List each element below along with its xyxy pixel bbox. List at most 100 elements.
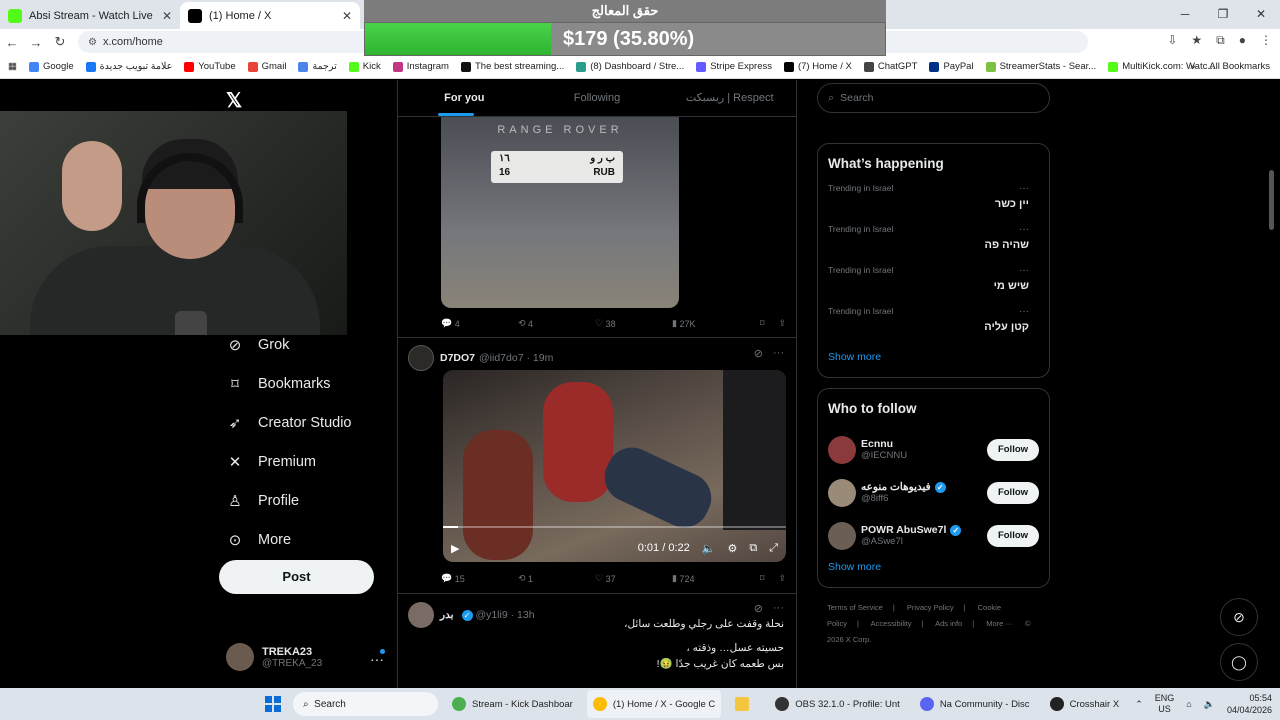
reload-icon[interactable]: ↻: [48, 34, 72, 50]
trend-more-icon[interactable]: ···: [1019, 265, 1029, 276]
post-time[interactable]: 13h: [517, 609, 535, 621]
post-handle[interactable]: @iid7do7: [479, 352, 524, 364]
footer-link[interactable]: Privacy Policy: [907, 603, 954, 612]
fullscreen-icon[interactable]: ⤢: [769, 542, 778, 555]
sidebar-item-creator-studio[interactable]: ➶ Creator Studio: [226, 403, 352, 442]
clock[interactable]: 05:54 04/04/2026: [1227, 692, 1272, 716]
bookmark-item[interactable]: Stripe Express: [696, 61, 772, 72]
tab-x-home[interactable]: (1) Home / X ✕: [180, 2, 360, 29]
like-button[interactable]: ♡ 37: [595, 573, 672, 584]
footer-link[interactable]: Ads info: [935, 619, 962, 628]
taskbar-app[interactable]: (1) Home / X - Google C: [586, 690, 722, 718]
follow-suggestion[interactable]: Ecnnu @IECNNU Follow: [828, 428, 1039, 471]
grok-icon[interactable]: ⊘: [754, 347, 763, 360]
views-button[interactable]: ▮ 724: [672, 573, 755, 584]
taskbar-app[interactable]: Na Community - Disc: [914, 690, 1036, 718]
post-video[interactable]: ▶ 0:01 / 0:22 🔈 ⚙ ⧉ ⤢: [443, 370, 786, 562]
settings-icon[interactable]: ⚙: [727, 542, 737, 555]
profile-icon[interactable]: ●: [1239, 33, 1246, 48]
repost-button[interactable]: ⟲ 4: [518, 318, 595, 329]
bookmark-item[interactable]: YouTube: [184, 61, 236, 72]
follow-suggestion[interactable]: فيديوهات منوعه ✓ @8iff6 Follow: [828, 471, 1039, 514]
reply-button[interactable]: 💬 15: [441, 573, 518, 584]
tab-respect[interactable]: ريسبكت | Respect: [663, 80, 796, 116]
grok-fab-icon[interactable]: ⊘: [1220, 598, 1258, 636]
bookmark-item[interactable]: علامة تبويب جديدة: [85, 61, 172, 72]
footer-link[interactable]: Accessibility: [871, 619, 912, 628]
post-author[interactable]: D7DO7: [440, 352, 475, 364]
repost-button[interactable]: ⟲ 1: [518, 573, 595, 584]
play-icon[interactable]: ▶: [451, 542, 459, 555]
sidebar-item-premium[interactable]: ✕ Premium: [226, 442, 352, 481]
tab-kick-stream[interactable]: Absi Stream - Watch Live on Kick ✕: [0, 2, 180, 29]
tray-overflow-icon[interactable]: ⌃: [1135, 699, 1143, 710]
menu-icon[interactable]: ⋮: [1260, 33, 1272, 48]
pip-icon[interactable]: ⧉: [749, 542, 757, 555]
bookmark-item[interactable]: Google: [28, 61, 74, 72]
trend-more-icon[interactable]: ···: [1019, 224, 1029, 235]
close-tab-icon[interactable]: ✕: [342, 9, 352, 23]
messages-fab-icon[interactable]: ◯: [1220, 643, 1258, 681]
bookmark-item[interactable]: Kick: [348, 61, 381, 72]
follow-button[interactable]: Follow: [987, 438, 1039, 461]
bookmark-icon[interactable]: ⌑: [760, 573, 765, 584]
follow-button[interactable]: Follow: [987, 524, 1039, 547]
taskbar-app[interactable]: Crosshair X: [1044, 690, 1126, 718]
bookmark-item[interactable]: ترجمة: [298, 61, 337, 72]
site-info-icon[interactable]: ⚙: [88, 37, 97, 48]
bookmark-item[interactable]: Instagram: [392, 61, 449, 72]
footer-link[interactable]: Terms of Service: [827, 603, 883, 612]
star-icon[interactable]: ★: [1191, 33, 1202, 48]
volume-icon[interactable]: 🔈: [702, 542, 716, 555]
close-tab-icon[interactable]: ✕: [162, 9, 172, 23]
minimize-icon[interactable]: ─: [1166, 0, 1204, 29]
grok-icon[interactable]: ⊘: [754, 602, 763, 615]
extension-icon[interactable]: ⧉: [1216, 33, 1225, 48]
post-time[interactable]: 19m: [533, 352, 553, 364]
show-more-link[interactable]: Show more: [828, 351, 1039, 363]
taskbar-app[interactable]: Stream - Kick Dashboar: [446, 690, 579, 718]
post-handle[interactable]: @y1li9: [475, 609, 507, 621]
forward-icon[interactable]: →: [24, 35, 48, 50]
post-author[interactable]: بدر: [440, 609, 454, 621]
tab-for-you[interactable]: For you: [398, 80, 531, 116]
all-bookmarks-button[interactable]: All Bookmarks: [1209, 61, 1270, 72]
volume-icon[interactable]: 🔈: [1204, 699, 1215, 710]
video-progress-bar[interactable]: [443, 526, 786, 528]
windows-start-icon[interactable]: [265, 696, 281, 712]
trend-item[interactable]: Trending in Israel ··· קטן עליה: [828, 306, 1039, 347]
language-indicator[interactable]: ENG US: [1155, 693, 1175, 715]
trend-more-icon[interactable]: ···: [1019, 306, 1029, 317]
taskbar-app[interactable]: [729, 690, 761, 718]
scrollbar[interactable]: [1269, 170, 1274, 230]
account-switcher[interactable]: TREKA23 @TREKA_23: [226, 643, 322, 671]
apps-icon[interactable]: ▦: [8, 61, 17, 72]
bookmark-item[interactable]: (7) Home / X: [783, 61, 852, 72]
like-button[interactable]: ♡ 38: [595, 318, 672, 329]
post-more-icon[interactable]: ···: [773, 347, 784, 360]
bookmarks-overflow-icon[interactable]: »: [1190, 61, 1195, 72]
search-input[interactable]: ⌕ Search: [817, 83, 1050, 113]
follow-suggestion[interactable]: POWR AbuSwe7l ✓ @ASwe7l Follow: [828, 514, 1039, 557]
reply-button[interactable]: 💬 4: [441, 318, 518, 329]
bookmark-icon[interactable]: ⌑: [760, 318, 765, 329]
sidebar-item-profile[interactable]: ♙ Profile: [226, 481, 352, 520]
post-more-icon[interactable]: ···: [773, 602, 784, 615]
views-button[interactable]: ▮ 27K: [672, 318, 755, 329]
trend-item[interactable]: Trending in Israel ··· שיש מי: [828, 265, 1039, 306]
share-icon[interactable]: ⇪: [778, 318, 786, 329]
post-button[interactable]: Post: [219, 560, 374, 594]
back-icon[interactable]: ←: [0, 35, 24, 50]
bookmark-item[interactable]: ChatGPT: [863, 61, 917, 72]
trend-item[interactable]: Trending in Israel ··· שהיה פה: [828, 224, 1039, 265]
close-window-icon[interactable]: ✕: [1242, 0, 1280, 29]
show-more-link[interactable]: Show more: [828, 561, 1039, 573]
bookmark-item[interactable]: The best streaming...: [460, 61, 564, 72]
share-icon[interactable]: ⇪: [778, 573, 786, 584]
bookmark-item[interactable]: (8) Dashboard / Stre...: [576, 61, 684, 72]
tab-following[interactable]: Following: [531, 80, 664, 116]
sidebar-item-bookmarks[interactable]: ⌑ Bookmarks: [226, 364, 352, 403]
footer-link[interactable]: More ···: [986, 619, 1013, 628]
sidebar-item-grok[interactable]: ⊘ Grok: [226, 325, 352, 364]
sidebar-item-more[interactable]: ⊙ More: [226, 520, 352, 559]
